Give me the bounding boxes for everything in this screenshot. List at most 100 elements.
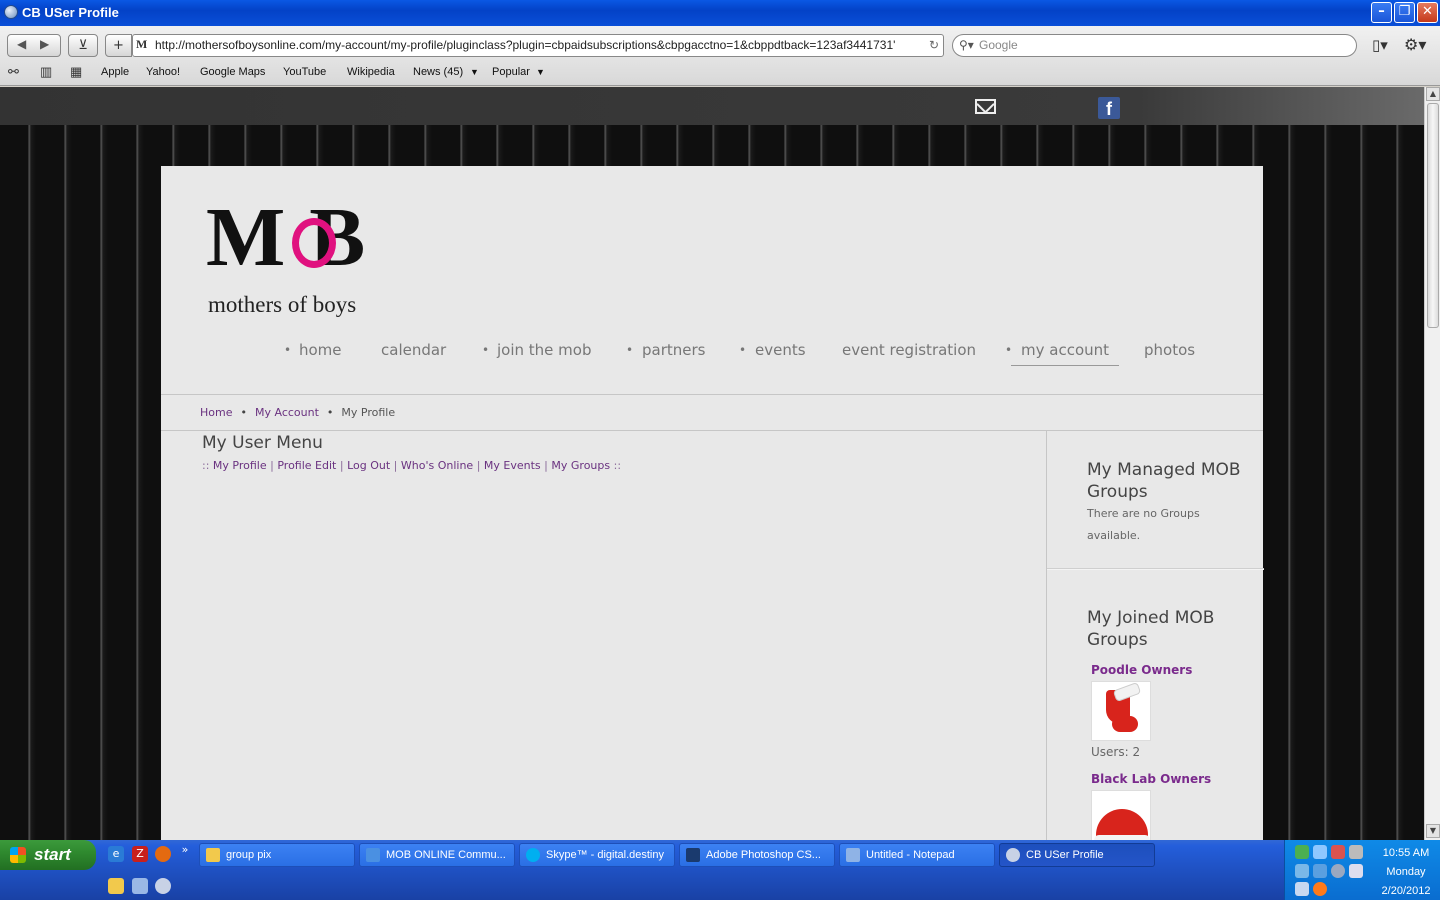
menu-profile-edit[interactable]: Profile Edit [277, 459, 336, 472]
taskbar-skype[interactable]: Skype™ - digital.destiny [519, 843, 675, 867]
site-favicon-icon: M [136, 37, 148, 51]
bookmark-apple[interactable]: Apple [101, 66, 129, 78]
bookmark-popular[interactable]: Popular [492, 66, 530, 78]
back-arrow-icon[interactable]: ◀ [17, 37, 26, 51]
tray-icon[interactable] [1295, 864, 1309, 878]
breadcrumb-current: My Profile [341, 406, 396, 419]
reload-icon[interactable]: ↻ [929, 35, 939, 56]
menu-my-events[interactable]: My Events [484, 459, 541, 472]
nav-events[interactable]: events [755, 341, 806, 359]
nav-home[interactable]: home [299, 341, 342, 359]
joined-groups-title: My Joined MOB Groups [1087, 608, 1215, 650]
tray-icon[interactable] [1331, 864, 1345, 878]
taskbar-notepad[interactable]: Untitled - Notepad [839, 843, 995, 867]
bookmark-google-maps[interactable]: Google Maps [200, 66, 265, 78]
menu-my-groups[interactable]: My Groups [551, 459, 610, 472]
popular-dropdown-icon[interactable]: ▼ [536, 67, 545, 77]
close-button[interactable]: ✕ [1417, 2, 1438, 23]
menu-log-out[interactable]: Log Out [347, 459, 390, 472]
scroll-thumb[interactable] [1427, 103, 1439, 328]
menu-my-profile[interactable]: My Profile [213, 459, 267, 472]
tray-icon[interactable] [1349, 864, 1363, 878]
top-sites-button[interactable]: ⊻ [68, 34, 98, 57]
reading-list-icon[interactable]: ⚯ [8, 64, 19, 80]
address-bar[interactable]: M http://mothersofboysonline.com/my-acco… [132, 34, 944, 57]
clock-time: 10:55 AM [1382, 847, 1430, 859]
start-label: start [34, 845, 71, 864]
firefox-quicklaunch-icon[interactable] [155, 846, 171, 862]
bookmark-yahoo[interactable]: Yahoo! [146, 66, 180, 78]
ie-icon [366, 848, 380, 862]
managed-groups-title: My Managed MOB Groups [1087, 460, 1241, 502]
breadcrumb: Home • My Account • My Profile [200, 406, 396, 419]
facebook-icon[interactable]: f [1098, 97, 1120, 119]
security-tray-icon[interactable] [1295, 845, 1309, 859]
nav-join-the-mob[interactable]: join the mob [497, 341, 591, 359]
network-tray-icon[interactable] [1313, 845, 1327, 859]
minimize-button[interactable]: – [1371, 2, 1392, 23]
desktop-quicklaunch-icon[interactable] [132, 878, 148, 894]
start-button[interactable]: start [0, 840, 96, 870]
taskbar-cb-user-profile[interactable]: CB USer Profile [999, 843, 1155, 867]
address-text: http://mothersofboysonline.com/my-accoun… [155, 38, 896, 52]
tray-icon[interactable] [1313, 882, 1327, 896]
nav-event-registration[interactable]: event registration [842, 341, 976, 359]
vertical-scrollbar[interactable]: ▲ ▼ [1424, 87, 1440, 840]
skype-icon [526, 848, 540, 862]
forward-arrow-icon[interactable]: ▶ [40, 37, 49, 51]
add-bookmark-button[interactable]: + [105, 34, 132, 57]
email-icon[interactable] [975, 99, 996, 114]
taskbar-group-pix[interactable]: group pix [199, 843, 355, 867]
folder-quicklaunch-icon[interactable] [108, 878, 124, 894]
search-placeholder: Google [979, 38, 1018, 52]
bookmark-youtube[interactable]: YouTube [283, 66, 326, 78]
bookmarks-bar: ⚯ ▥ ▦ Apple Yahoo! Google Maps YouTube W… [0, 62, 1440, 84]
settings-gear-icon[interactable]: ⚙▾ [1404, 35, 1426, 54]
quicklaunch-more-icon[interactable]: » [180, 842, 190, 858]
group-users-count: Users: 2 [1091, 745, 1141, 759]
taskbar-photoshop[interactable]: Adobe Photoshop CS... [679, 843, 835, 867]
social-strip: f [0, 87, 1424, 125]
page-viewport: f M B mothers of boys • home calendar • … [0, 87, 1424, 840]
tray-icon[interactable] [1295, 882, 1309, 896]
bookmarks-book-icon[interactable]: ▥ [40, 64, 52, 80]
scroll-down-icon[interactable]: ▼ [1426, 824, 1440, 838]
nav-partners[interactable]: partners [642, 341, 705, 359]
filezilla-quicklaunch-icon[interactable]: Z [132, 846, 148, 862]
menu-whos-online[interactable]: Who's Online [401, 459, 473, 472]
bookmark-wikipedia[interactable]: Wikipedia [347, 66, 395, 78]
browser-quicklaunch-icon[interactable] [155, 878, 171, 894]
nav-calendar[interactable]: calendar [381, 341, 446, 359]
photoshop-icon [686, 848, 700, 862]
breadcrumb-my-account[interactable]: My Account [255, 406, 319, 419]
ie-quicklaunch-icon[interactable]: e [108, 846, 124, 862]
poodle-owners-thumbnail[interactable] [1091, 681, 1151, 741]
news-dropdown-icon[interactable]: ▼ [470, 67, 479, 77]
app-tray-icon[interactable] [1331, 845, 1345, 859]
restore-button[interactable]: ❐ [1394, 2, 1415, 23]
clock[interactable]: 10:55 AM Monday 2/20/2012 [1371, 844, 1440, 900]
taskbar-mob-online[interactable]: MOB ONLINE Commu... [359, 843, 515, 867]
logo-letters: M B [206, 191, 365, 284]
windows-taskbar: start e Z » group pix MOB ONLINE Commu..… [0, 840, 1440, 900]
group-black-lab-owners[interactable]: Black Lab Owners [1091, 772, 1211, 786]
managed-groups-block: My Managed MOB Groups There are no Group… [1047, 459, 1264, 547]
monitor-tray-icon[interactable] [1349, 845, 1363, 859]
windows-flag-icon [10, 847, 26, 863]
search-input[interactable]: ⚲▾ Google [952, 34, 1357, 57]
mob-logo[interactable]: M B mothers of boys [206, 196, 396, 326]
search-icon: ⚲▾ [959, 38, 974, 52]
top-sites-grid-icon[interactable]: ▦ [70, 64, 82, 80]
breadcrumb-home[interactable]: Home [200, 406, 232, 419]
tray-icon[interactable] [1313, 864, 1327, 878]
nav-my-account[interactable]: my account [1011, 341, 1120, 366]
managed-groups-empty: There are no Groups available. [1087, 507, 1200, 542]
scroll-up-icon[interactable]: ▲ [1426, 87, 1440, 101]
browser-toolbar: ◀ ▶ ⊻ + M http://mothersofboysonline.com… [0, 26, 1440, 86]
group-poodle-owners[interactable]: Poodle Owners [1091, 663, 1192, 677]
sidebar-divider [1047, 568, 1264, 570]
nav-photos[interactable]: photos [1144, 341, 1195, 359]
black-lab-owners-thumbnail[interactable] [1091, 790, 1151, 840]
bookmark-news[interactable]: News (45) [413, 66, 463, 78]
page-menu-icon[interactable]: ▯▾ [1372, 36, 1388, 54]
